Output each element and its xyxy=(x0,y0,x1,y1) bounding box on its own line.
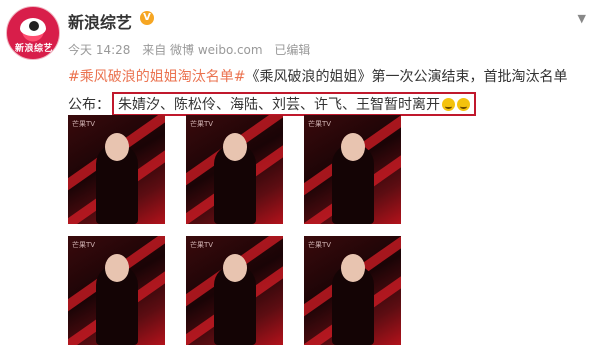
photo-watermark: 芒果TV xyxy=(190,120,214,128)
photo-watermark: 芒果TV xyxy=(72,241,96,249)
photo-watermark: 芒果TV xyxy=(72,120,96,128)
crying-face-icon xyxy=(442,98,455,111)
highlighted-eliminated-names: 朱婧汐、陈松伶、海陆、刘芸、许飞、王智暂时离开 xyxy=(112,92,476,116)
post-source[interactable]: 来自 微博 weibo.com xyxy=(142,43,262,57)
post-text-line-1: #乘风破浪的姐姐淘汰名单#《乘风破浪的姐姐》第一次公演结束，首批淘汰名单 xyxy=(68,66,567,86)
eliminated-names-text: 朱婧汐、陈松伶、海陆、刘芸、许飞、王智暂时离开 xyxy=(118,97,440,113)
post-meta: 今天 14:28 来自 微博 weibo.com 已编辑 xyxy=(68,41,318,58)
photo-thumbnail-3[interactable]: 芒果TV xyxy=(304,115,401,224)
photo-watermark: 芒果TV xyxy=(190,241,214,249)
photo-thumbnail-1[interactable]: 芒果TV xyxy=(68,115,165,224)
verified-badge-icon: V xyxy=(140,11,154,25)
account-avatar[interactable]: 新浪综艺 xyxy=(6,6,60,60)
avatar-label: 新浪综艺 xyxy=(15,44,54,54)
photo-thumbnail-5[interactable]: 芒果TV xyxy=(186,236,283,345)
photo-watermark: 芒果TV xyxy=(308,241,332,249)
edited-label: 已编辑 xyxy=(274,43,311,57)
topic-hashtag-link[interactable]: #乘风破浪的姐姐淘汰名单# xyxy=(68,69,245,85)
photo-thumbnail-4[interactable]: 芒果TV xyxy=(68,236,165,345)
post-body-text: 《乘风破浪的姐姐》第一次公演结束，首批淘汰名单 xyxy=(245,69,568,85)
post-text-line-2: 公布： 朱婧汐、陈松伶、海陆、刘芸、许飞、王智暂时离开 xyxy=(68,92,476,116)
account-name[interactable]: 新浪综艺 xyxy=(68,9,132,33)
post-body-prefix: 公布： xyxy=(68,97,110,113)
photo-watermark: 芒果TV xyxy=(308,120,332,128)
crying-face-icon xyxy=(457,98,470,111)
eye-pupil-icon xyxy=(29,21,39,31)
post-time[interactable]: 今天 14:28 xyxy=(68,43,130,57)
photo-thumbnail-2[interactable]: 芒果TV xyxy=(186,115,283,224)
photo-grid: 芒果TV 芒果TV 芒果TV 芒果TV 芒果TV 芒果TV xyxy=(68,115,568,345)
weibo-post-card: 新浪综艺 新浪综艺 V ▼ 今天 14:28 来自 微博 weibo.com 已… xyxy=(0,0,600,345)
chevron-down-icon[interactable]: ▼ xyxy=(578,12,586,25)
photo-thumbnail-6[interactable]: 芒果TV xyxy=(304,236,401,345)
